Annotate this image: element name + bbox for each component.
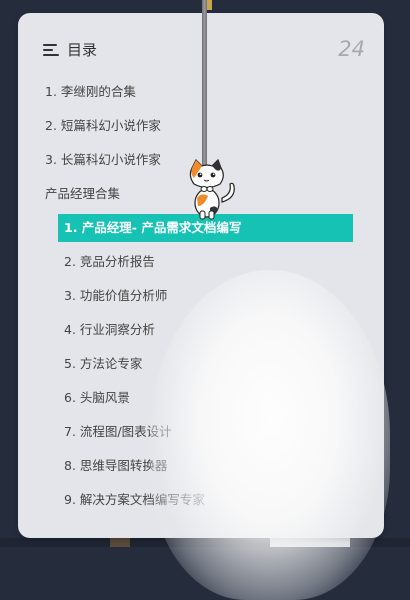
toc-item[interactable]: 2. 短篇科幻小说作家 bbox=[45, 117, 161, 135]
toc-title: 目录 bbox=[67, 41, 98, 59]
bottom-strip bbox=[0, 538, 410, 547]
menu-icon[interactable] bbox=[43, 43, 59, 57]
toc-subitem[interactable]: 9. 解决方案文档编写专家 bbox=[64, 491, 205, 509]
cat-mascot-icon[interactable] bbox=[180, 158, 240, 220]
hanging-rope[interactable] bbox=[202, 0, 207, 170]
toc-subitem[interactable]: 5. 方法论专家 bbox=[64, 355, 142, 373]
bottom-strip-block bbox=[270, 538, 350, 547]
toc-subitem[interactable]: 4. 行业洞察分析 bbox=[64, 321, 155, 339]
toc-subitem[interactable]: 8. 思维导图转换器 bbox=[64, 457, 167, 475]
toc-count: 24 bbox=[338, 37, 365, 61]
toc-item[interactable]: 1. 李继刚的合集 bbox=[45, 83, 136, 101]
toc-panel: 目录 24 1. 李继刚的合集 2. 短篇科幻小说作家 3. 长篇科幻小说作家 … bbox=[18, 13, 384, 538]
toc-subitem[interactable]: 2. 竞品分析报告 bbox=[64, 253, 155, 271]
toc-subitem[interactable]: 7. 流程图/图表设计 bbox=[64, 423, 172, 441]
toc-subitem[interactable]: 6. 头脑风景 bbox=[64, 389, 130, 407]
toc-subitem[interactable]: 3. 功能价值分析师 bbox=[64, 287, 167, 305]
bottom-strip-block bbox=[110, 538, 130, 547]
toc-item[interactable]: 3. 长篇科幻小说作家 bbox=[45, 151, 161, 169]
toc-section[interactable]: 产品经理合集 bbox=[45, 185, 120, 203]
